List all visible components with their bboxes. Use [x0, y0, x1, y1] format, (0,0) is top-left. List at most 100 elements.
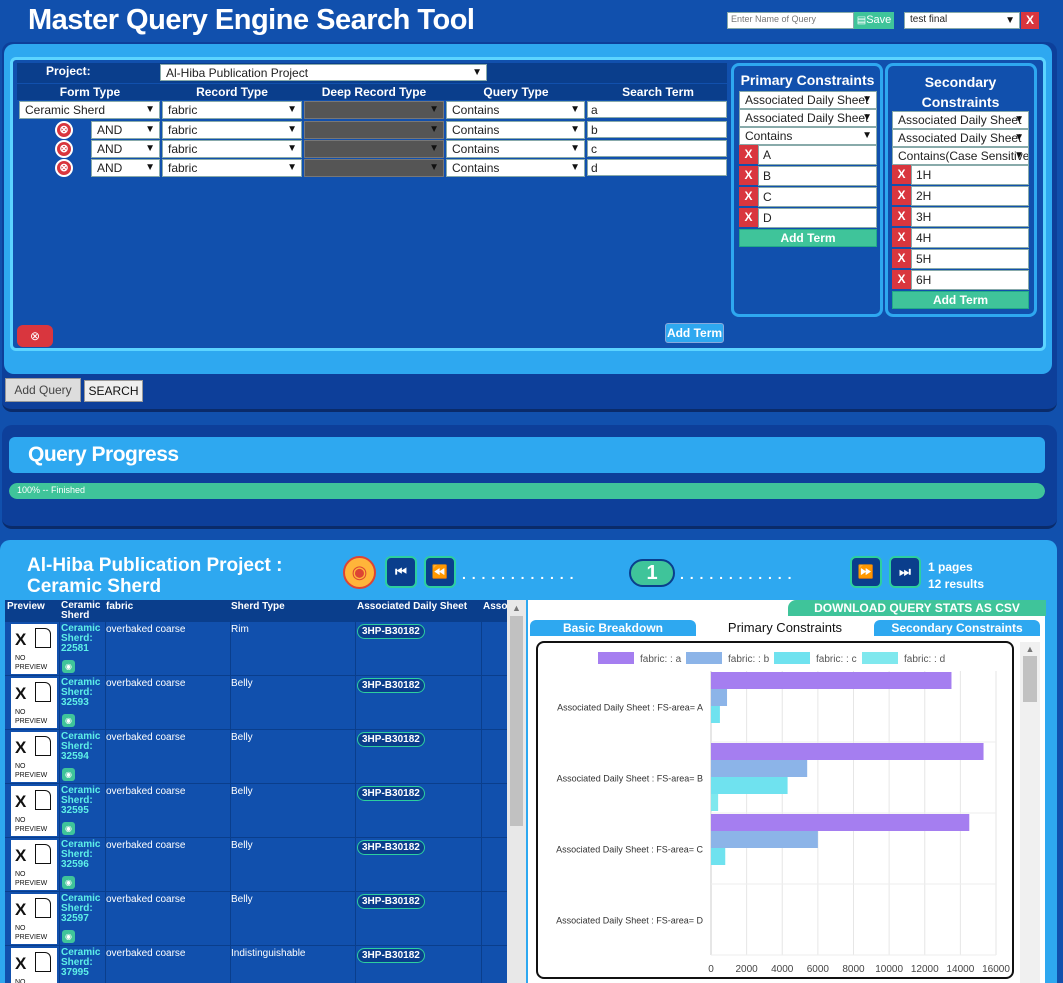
- deep-record-type-select[interactable]: [304, 101, 444, 119]
- secondary-select[interactable]: Associated Daily Sheet: [892, 129, 1029, 147]
- save-button[interactable]: ▤Save: [854, 12, 894, 29]
- record-name[interactable]: Ceramic Sherd: 37995: [61, 948, 107, 978]
- remove-row-icon[interactable]: ⊗: [55, 159, 73, 177]
- stats-scrollbar[interactable]: ▲: [1020, 642, 1040, 983]
- table-scrollbar[interactable]: ▲: [507, 600, 526, 983]
- record-name[interactable]: Ceramic Sherd: 32594: [61, 732, 107, 762]
- primary-term[interactable]: D: [758, 208, 877, 228]
- primary-term[interactable]: A: [758, 145, 877, 165]
- table-row[interactable]: X NO PREVIEW Ceramic Sherd: 22581 ◉ overbake…: [5, 622, 507, 676]
- deep-record-type-select[interactable]: [304, 140, 444, 158]
- remove-row-icon[interactable]: ⊗: [55, 121, 73, 139]
- view-record-icon[interactable]: ◉: [62, 714, 75, 727]
- remove-term-button[interactable]: X: [739, 145, 758, 164]
- add-query-button[interactable]: Add Query: [5, 378, 81, 402]
- no-preview-thumbnail[interactable]: X NO PREVIEW: [11, 894, 57, 944]
- remove-term-button[interactable]: X: [739, 208, 758, 227]
- next-page-button[interactable]: ⏩: [850, 556, 882, 588]
- query-type-select[interactable]: Contains: [446, 121, 585, 139]
- daily-sheet-link[interactable]: 3HP-B30182: [357, 732, 425, 747]
- no-preview-thumbnail[interactable]: X NO PREVIEW: [11, 624, 57, 674]
- remove-term-button[interactable]: X: [892, 165, 911, 184]
- form-type-select[interactable]: Ceramic Sherd: [19, 101, 160, 119]
- daily-sheet-link[interactable]: 3HP-B30182: [357, 894, 425, 909]
- view-record-icon[interactable]: ◉: [62, 930, 75, 943]
- operator-select[interactable]: AND: [91, 121, 160, 139]
- daily-sheet-link[interactable]: 3HP-B30182: [357, 678, 425, 693]
- add-term-button[interactable]: Add Term: [665, 323, 724, 343]
- remove-row-icon[interactable]: ⊗: [55, 140, 73, 158]
- view-record-icon[interactable]: ◉: [62, 876, 75, 889]
- close-query-button[interactable]: X: [1021, 12, 1039, 29]
- last-page-button[interactable]: ⏭: [889, 556, 921, 588]
- tab-secondary-constraints[interactable]: Secondary Constraints: [874, 620, 1040, 636]
- tab-basic-breakdown[interactable]: Basic Breakdown: [530, 620, 696, 636]
- search-button[interactable]: SEARCH: [84, 380, 143, 402]
- daily-sheet-link[interactable]: 3HP-B30182: [357, 948, 425, 963]
- primary-add-term-button[interactable]: Add Term: [739, 229, 877, 247]
- secondary-select[interactable]: Associated Daily Sheet: [892, 111, 1029, 129]
- table-row[interactable]: X NO PREVIEW Ceramic Sherd: 32596 ◉ overbake…: [5, 838, 507, 892]
- daily-sheet-link[interactable]: 3HP-B30182: [357, 624, 425, 639]
- query-type-select[interactable]: Contains: [446, 140, 585, 158]
- secondary-add-term-button[interactable]: Add Term: [892, 291, 1029, 309]
- no-preview-thumbnail[interactable]: X NO PREVIEW: [11, 786, 57, 836]
- primary-select[interactable]: Associated Daily Sheet: [739, 109, 877, 127]
- primary-term[interactable]: C: [758, 187, 877, 207]
- preview-toggle-button[interactable]: ◉: [343, 556, 376, 589]
- table-row[interactable]: X NO PREVIEW Ceramic Sherd: 32597 ◉ overbake…: [5, 892, 507, 946]
- no-preview-thumbnail[interactable]: X NO PREVIEW: [11, 732, 57, 782]
- daily-sheet-link[interactable]: 3HP-B30182: [357, 840, 425, 855]
- table-row[interactable]: XNO PREVIEWCeramic Sherd: 37995◉overbake…: [5, 946, 507, 983]
- scroll-up-arrow[interactable]: ▲: [507, 600, 526, 616]
- query-type-select[interactable]: Contains: [446, 159, 585, 177]
- secondary-term[interactable]: 5H: [911, 249, 1029, 269]
- record-name[interactable]: Ceramic Sherd: 32593: [61, 678, 107, 708]
- record-type-select[interactable]: fabric: [162, 101, 302, 119]
- remove-term-button[interactable]: X: [739, 166, 758, 185]
- saved-query-select[interactable]: test final: [904, 12, 1020, 29]
- table-row[interactable]: X NO PREVIEW Ceramic Sherd: 32595 ◉ overbake…: [5, 784, 507, 838]
- project-select[interactable]: Al-Hiba Publication Project: [160, 64, 487, 81]
- remove-query-button[interactable]: ⊗: [17, 325, 53, 347]
- remove-term-button[interactable]: X: [892, 228, 911, 247]
- deep-record-type-select[interactable]: [304, 159, 444, 177]
- search-term-input[interactable]: b: [587, 121, 727, 138]
- search-term-input[interactable]: c: [587, 140, 727, 157]
- primary-term[interactable]: B: [758, 166, 877, 186]
- record-name[interactable]: Ceramic Sherd: 32595: [61, 786, 107, 816]
- download-stats-button[interactable]: DOWNLOAD QUERY STATS AS CSV: [788, 600, 1046, 616]
- secondary-term[interactable]: 2H: [911, 186, 1029, 206]
- no-preview-thumbnail[interactable]: X NO PREVIEW: [11, 840, 57, 890]
- primary-select[interactable]: Contains: [739, 127, 877, 145]
- scroll-up-arrow[interactable]: ▲: [1020, 642, 1040, 656]
- remove-term-button[interactable]: X: [892, 270, 911, 289]
- view-record-icon[interactable]: ◉: [62, 660, 75, 673]
- no-preview-thumbnail[interactable]: X NO PREVIEW: [11, 948, 57, 983]
- current-page[interactable]: 1: [629, 559, 675, 587]
- table-row[interactable]: X NO PREVIEW Ceramic Sherd: 32593 ◉ overbake…: [5, 676, 507, 730]
- remove-term-button[interactable]: X: [892, 249, 911, 268]
- record-type-select[interactable]: fabric: [162, 121, 302, 139]
- record-name[interactable]: Ceramic Sherd: 32597: [61, 894, 107, 924]
- tab-primary-constraints[interactable]: Primary Constraints: [702, 620, 868, 636]
- remove-term-button[interactable]: X: [892, 186, 911, 205]
- scroll-thumb[interactable]: [1023, 656, 1037, 702]
- secondary-term[interactable]: 4H: [911, 228, 1029, 248]
- scroll-thumb[interactable]: [510, 616, 523, 826]
- view-record-icon[interactable]: ◉: [62, 768, 75, 781]
- query-name-input[interactable]: Enter Name of Query: [727, 12, 854, 29]
- daily-sheet-link[interactable]: 3HP-B30182: [357, 786, 425, 801]
- first-page-button[interactable]: ⏮: [385, 556, 417, 588]
- secondary-term[interactable]: 3H: [911, 207, 1029, 227]
- remove-term-button[interactable]: X: [739, 187, 758, 206]
- record-type-select[interactable]: fabric: [162, 159, 302, 177]
- operator-select[interactable]: AND: [91, 159, 160, 177]
- search-term-input[interactable]: a: [587, 101, 727, 118]
- no-preview-thumbnail[interactable]: X NO PREVIEW: [11, 678, 57, 728]
- primary-select[interactable]: Associated Daily Sheet: [739, 91, 877, 109]
- query-type-select[interactable]: Contains: [446, 101, 585, 119]
- search-term-input[interactable]: d: [587, 159, 727, 176]
- prev-page-button[interactable]: ⏪: [424, 556, 456, 588]
- remove-term-button[interactable]: X: [892, 207, 911, 226]
